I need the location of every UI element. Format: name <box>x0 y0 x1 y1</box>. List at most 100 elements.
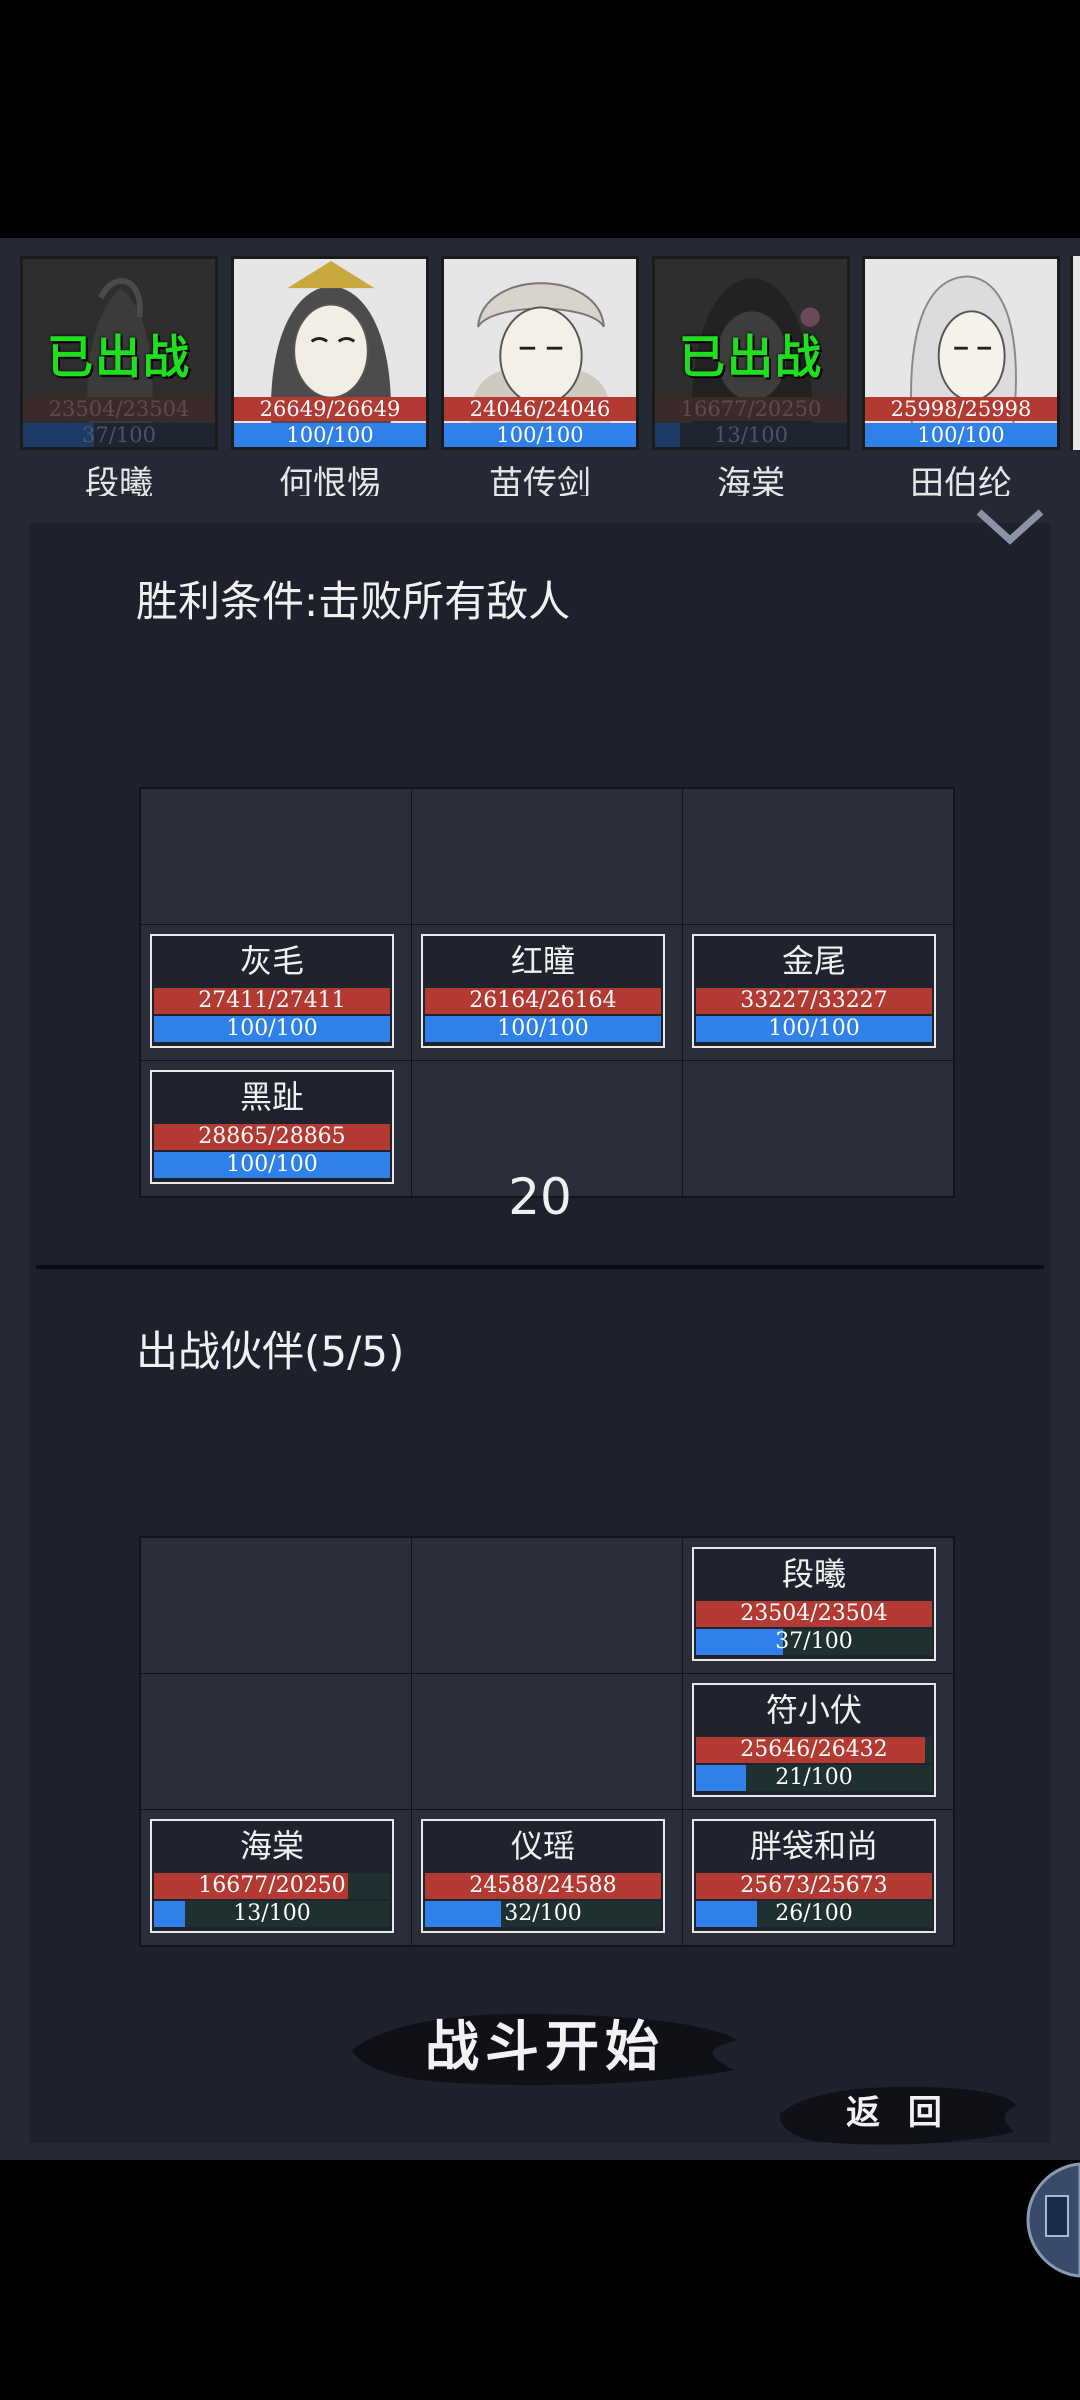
party-card[interactable]: 段曦 23504/23504 37/100 <box>692 1547 936 1661</box>
unit-name: 段曦 <box>781 1555 846 1593</box>
mp-fill <box>154 1901 185 1927</box>
roster-hero[interactable]: 已出战 23504/23504 37/100 段曦 <box>20 256 218 496</box>
hero-name: 何恨惕 <box>279 464 381 496</box>
hero-name: 海棠 <box>717 464 785 496</box>
deployed-tag: 已出战 <box>47 330 191 384</box>
unit-hp-bar: 27411/27411 <box>154 988 390 1014</box>
unit-mp-bar: 32/100 <box>425 1901 661 1927</box>
grid-cell: 金尾 33227/33227 100/100 <box>683 925 953 1060</box>
unit-mp-bar: 100/100 <box>154 1016 390 1042</box>
grid-cell[interactable]: 海棠 16677/20250 13/100 <box>141 1810 411 1945</box>
unit-name: 红瞳 <box>510 942 575 980</box>
hero-name: 田伯纶 <box>910 464 1012 496</box>
section-divider <box>36 1265 1044 1269</box>
enemy-formation-grid: 灰毛 27411/27411 100/100 红瞳 26164/26164 10… <box>139 787 955 1198</box>
hero-hp-bar: 23504/23504 <box>23 397 215 421</box>
unit-hp-bar: 28865/28865 <box>154 1124 390 1150</box>
back-button[interactable]: 返 回 <box>778 2076 1018 2150</box>
unit-mp-bar: 26/100 <box>696 1901 932 1927</box>
unit-mp-bar: 21/100 <box>696 1765 932 1791</box>
floating-menu-icon[interactable] <box>1022 2160 1080 2280</box>
hero-mp-bar: 37/100 <box>23 423 215 447</box>
battle-setup-screen: 已出战 23504/23504 37/100 段曦 26649/26649 10… <box>0 238 1080 2160</box>
enemy-card[interactable]: 灰毛 27411/27411 100/100 <box>150 934 394 1048</box>
unit-mp-bar: 100/100 <box>696 1016 932 1042</box>
hero-mp-text: 37/100 <box>82 423 156 447</box>
grid-cell[interactable] <box>141 1674 411 1809</box>
unit-hp-bar: 23504/23504 <box>696 1601 932 1627</box>
unit-name: 海棠 <box>239 1827 304 1865</box>
turn-count: 20 <box>508 1168 572 1226</box>
chevron-down-icon[interactable] <box>975 506 1045 546</box>
roster-hero[interactable]: 已出战 16677/20250 13/100 海棠 <box>652 256 850 496</box>
grid-cell[interactable] <box>141 1538 411 1673</box>
grid-cell <box>141 789 411 924</box>
grid-cell: 灰毛 27411/27411 100/100 <box>141 925 411 1060</box>
unit-name: 灰毛 <box>239 942 304 980</box>
unit-hp-text: 16677/20250 <box>198 1873 346 1898</box>
hero-hp-bar: 25998/25998 <box>865 397 1057 421</box>
mp-fill <box>696 1629 784 1655</box>
party-card[interactable]: 符小伏 25646/26432 21/100 <box>692 1683 936 1797</box>
unit-hp-bar: 25646/26432 <box>696 1737 932 1763</box>
hero-mp-bar: 100/100 <box>865 423 1057 447</box>
unit-mp-bar: 37/100 <box>696 1629 932 1655</box>
next-hero-peek[interactable] <box>1070 256 1080 450</box>
unit-hp-bar: 26164/26164 <box>425 988 661 1014</box>
unit-hp-bar: 33227/33227 <box>696 988 932 1014</box>
hero-hp-bar: 16677/20250 <box>655 397 847 421</box>
unit-name: 金尾 <box>781 942 846 980</box>
unit-mp-bar: 100/100 <box>425 1016 661 1042</box>
party-card[interactable]: 胖袋和尚 25673/25673 26/100 <box>692 1819 936 1933</box>
unit-hp-bar: 25673/25673 <box>696 1873 932 1899</box>
enemy-card[interactable]: 黑趾 28865/28865 100/100 <box>150 1070 394 1184</box>
enemy-card[interactable]: 金尾 33227/33227 100/100 <box>692 934 936 1048</box>
grid-cell[interactable]: 符小伏 25646/26432 21/100 <box>683 1674 953 1809</box>
hero-mp-bar: 100/100 <box>234 423 426 447</box>
party-card[interactable]: 仪瑶 24588/24588 32/100 <box>421 1819 665 1933</box>
start-battle-label: 战斗开始 <box>425 2014 665 2078</box>
hero-hp-bar: 26649/26649 <box>234 397 426 421</box>
roster-hero[interactable]: 24046/24046 100/100 苗传剑 <box>441 256 639 496</box>
unit-name: 仪瑶 <box>510 1827 575 1865</box>
unit-name: 黑趾 <box>239 1078 304 1116</box>
grid-cell: 红瞳 26164/26164 100/100 <box>412 925 682 1060</box>
unit-hp-bar: 16677/20250 <box>154 1873 390 1899</box>
unit-hp-bar: 24588/24588 <box>425 1873 661 1899</box>
hero-roster[interactable]: 已出战 23504/23504 37/100 段曦 26649/26649 10… <box>0 256 1080 496</box>
hero-mp-bar: 100/100 <box>444 423 636 447</box>
start-battle-button[interactable]: 战斗开始 <box>350 2000 740 2092</box>
hero-name: 段曦 <box>85 464 153 496</box>
unit-hp-text: 25646/26432 <box>740 1737 888 1762</box>
hero-portrait[interactable]: 已出战 16677/20250 13/100 <box>652 256 850 450</box>
party-card[interactable]: 海棠 16677/20250 13/100 <box>150 1819 394 1933</box>
roster-hero[interactable]: 25998/25998 100/100 田伯纶 <box>862 256 1060 496</box>
victory-condition: 胜利条件:击败所有敌人 <box>136 577 571 626</box>
hero-mp-bar: 13/100 <box>655 423 847 447</box>
mp-fill <box>696 1901 758 1927</box>
grid-cell[interactable] <box>412 1538 682 1673</box>
grid-cell <box>683 789 953 924</box>
hero-portrait[interactable]: 25998/25998 100/100 <box>862 256 1060 450</box>
hero-name: 苗传剑 <box>489 464 591 496</box>
hero-portrait[interactable]: 已出战 23504/23504 37/100 <box>20 256 218 450</box>
grid-cell[interactable] <box>412 1674 682 1809</box>
grid-cell <box>412 789 682 924</box>
hero-portrait[interactable]: 26649/26649 100/100 <box>231 256 429 450</box>
mp-fill <box>425 1901 501 1927</box>
mp-fill <box>696 1765 746 1791</box>
mp-fill <box>655 423 680 447</box>
unit-mp-text: 21/100 <box>775 1765 853 1790</box>
grid-cell[interactable]: 段曦 23504/23504 37/100 <box>683 1538 953 1673</box>
hero-portrait[interactable]: 24046/24046 100/100 <box>441 256 639 450</box>
unit-name: 胖袋和尚 <box>749 1827 878 1865</box>
grid-cell[interactable]: 仪瑶 24588/24588 32/100 <box>412 1810 682 1945</box>
roster-hero[interactable]: 26649/26649 100/100 何恨惕 <box>231 256 429 496</box>
unit-mp-bar: 13/100 <box>154 1901 390 1927</box>
unit-mp-text: 32/100 <box>504 1901 582 1926</box>
deployed-tag: 已出战 <box>679 330 823 384</box>
unit-mp-text: 13/100 <box>233 1901 311 1926</box>
grid-cell[interactable]: 胖袋和尚 25673/25673 26/100 <box>683 1810 953 1945</box>
enemy-card[interactable]: 红瞳 26164/26164 100/100 <box>421 934 665 1048</box>
unit-name: 符小伏 <box>765 1691 862 1729</box>
